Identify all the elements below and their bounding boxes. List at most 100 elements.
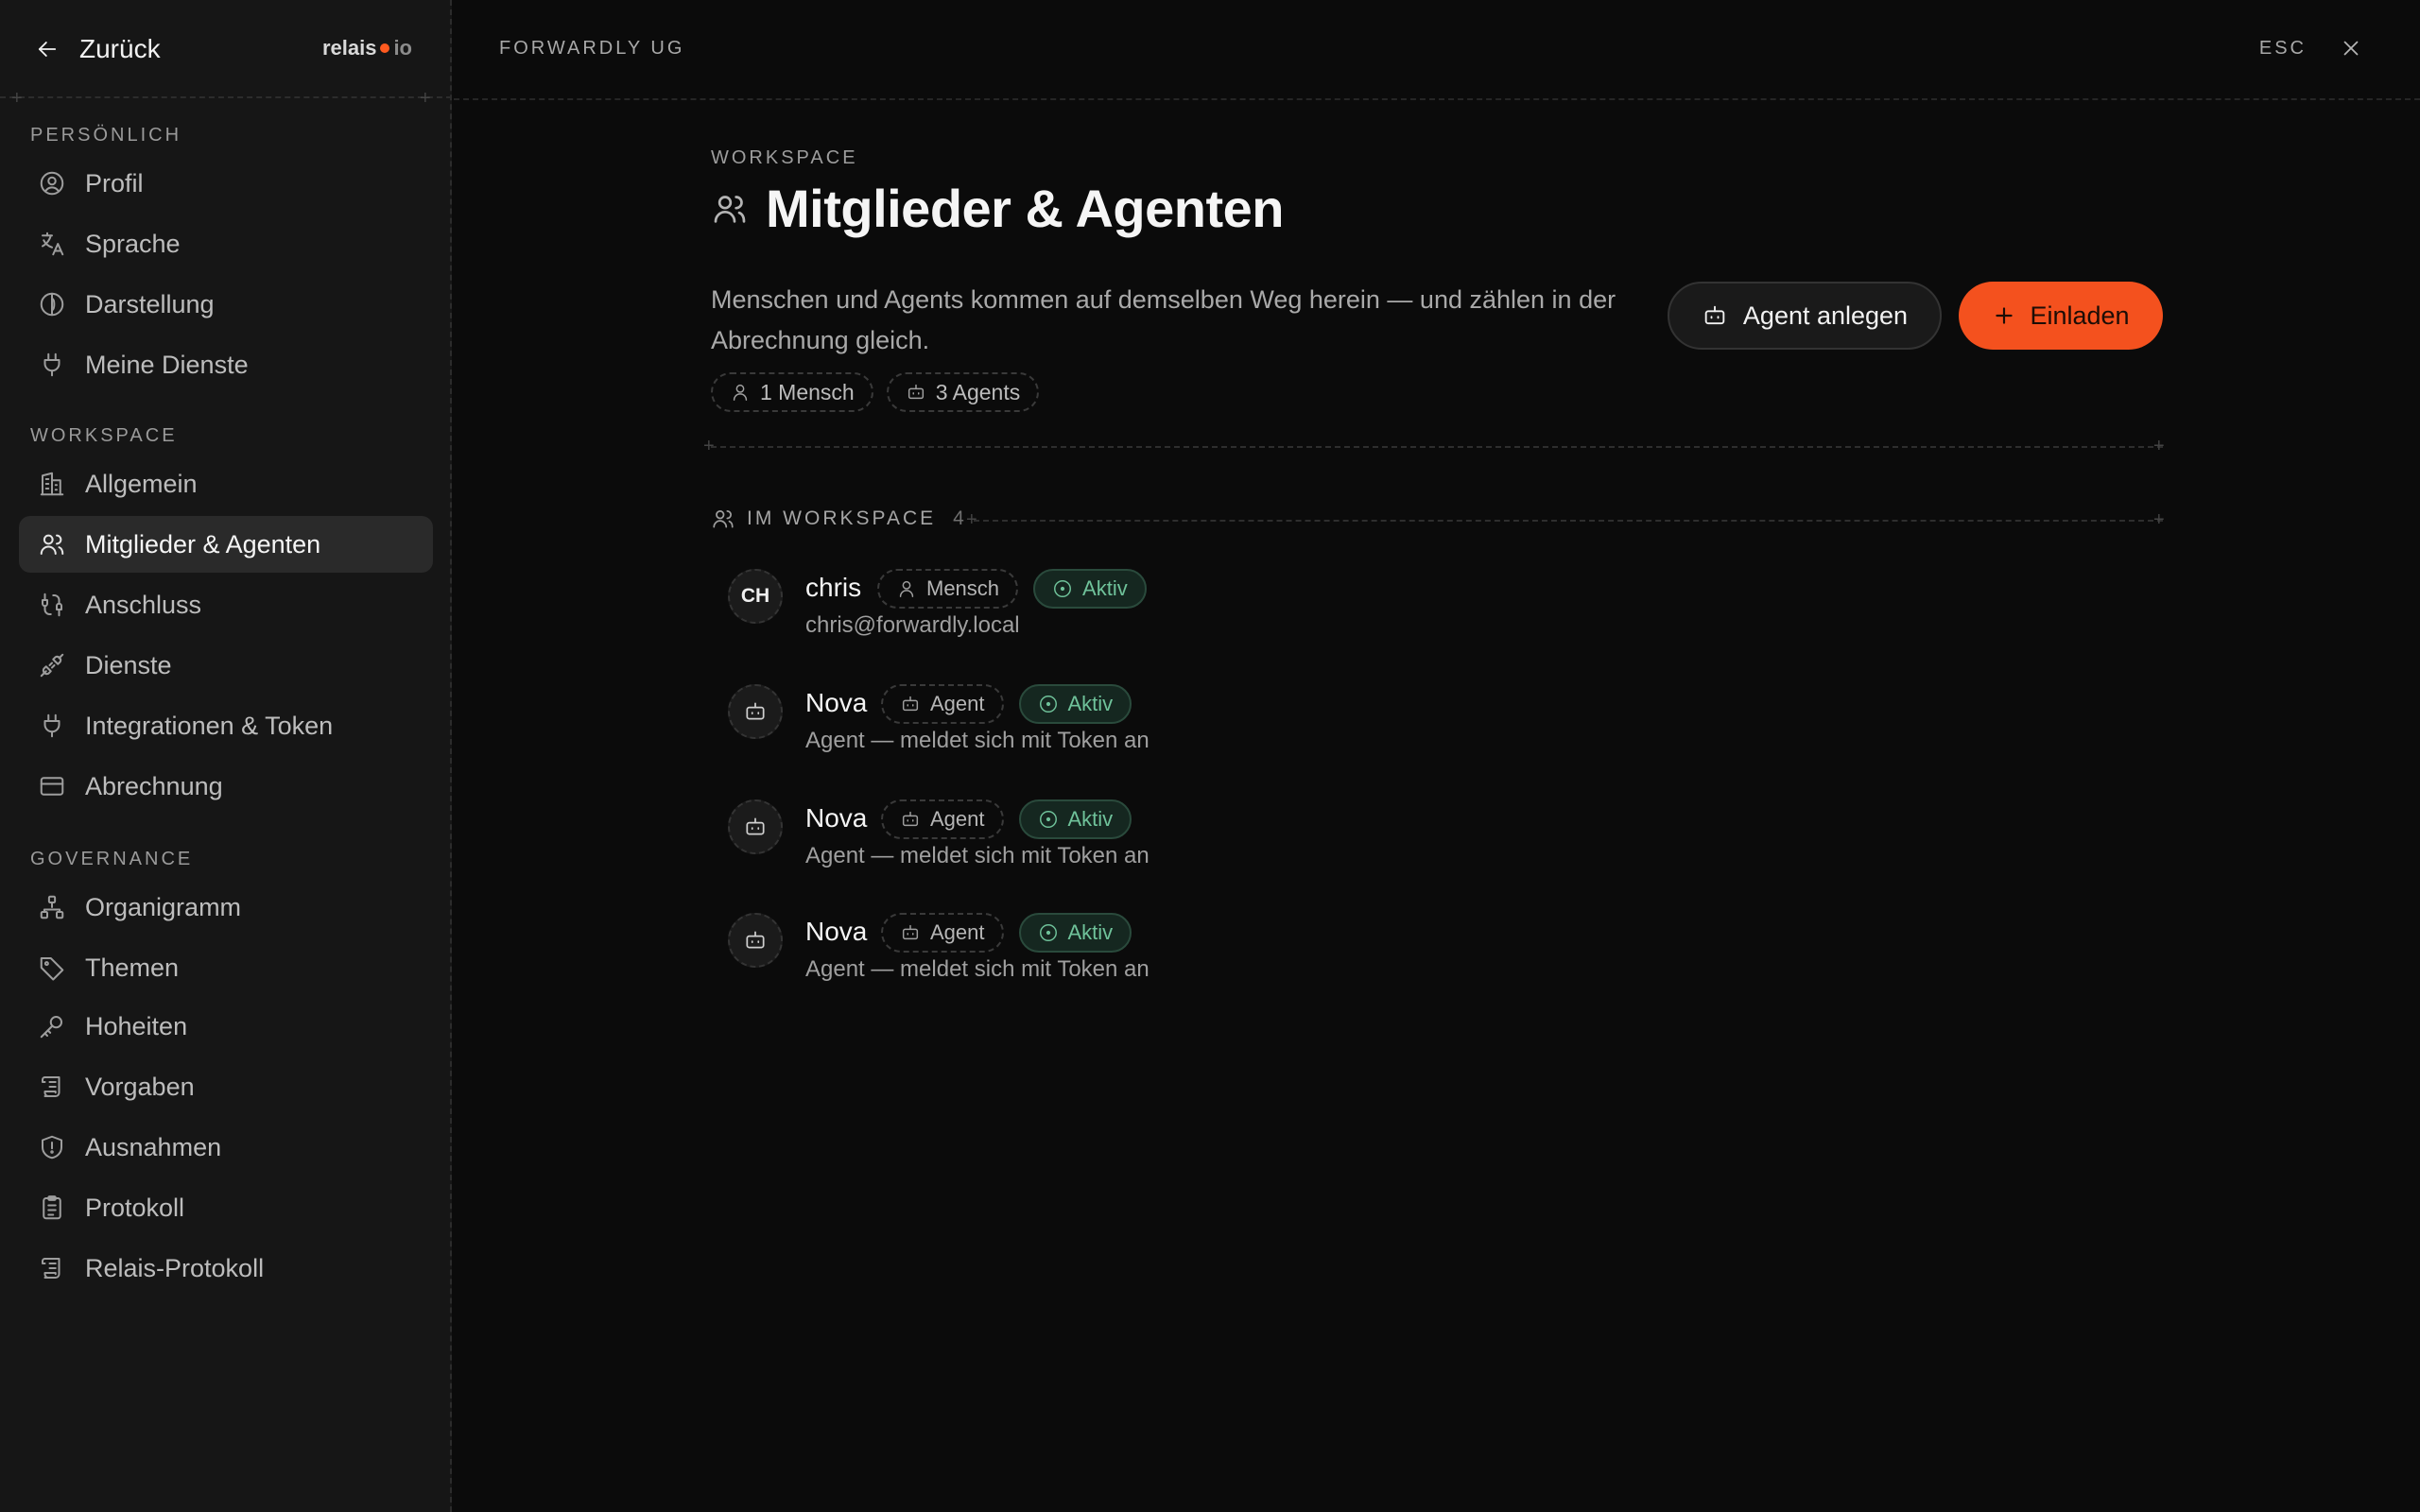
section-title-governance: GOVERNANCE [30, 849, 194, 869]
plug-connected-icon [38, 651, 66, 679]
avatar: CH [728, 569, 783, 624]
sidebar-header: Zurück relais io [0, 0, 452, 98]
sidebar-item-protokoll[interactable]: Protokoll [19, 1179, 433, 1236]
sidebar-item-themen[interactable]: Themen [19, 939, 433, 996]
section-divider [711, 446, 2163, 448]
type-badge: Mensch [877, 569, 1019, 609]
brand-dot [380, 43, 390, 53]
sidebar: Zurück relais io + + PERSÖNLICH Profil Sp… [0, 0, 452, 1512]
page-title: Mitglieder & Agenten [711, 178, 1284, 239]
robot-icon [743, 699, 768, 724]
close-icon [2339, 36, 2367, 60]
sidebar-item-allgemein[interactable]: Allgemein [19, 455, 433, 512]
corner-plus-mark: + [2153, 509, 2165, 530]
sidebar-item-profil[interactable]: Profil [19, 155, 433, 212]
users-icon [711, 190, 749, 228]
sidebar-item-abrechnung[interactable]: Abrechnung [19, 758, 433, 815]
robot-icon [900, 694, 921, 714]
sidebar-item-anschluss[interactable]: Anschluss [19, 576, 433, 633]
member-row[interactable]: CH chris Mensch Aktiv chris@forwardly.lo… [728, 569, 1673, 663]
robot-icon [743, 928, 768, 953]
contrast-icon [38, 290, 66, 318]
status-dot-icon [1052, 578, 1073, 599]
sidebar-item-relais-protokoll[interactable]: Relais-Protokoll [19, 1240, 433, 1297]
arrow-left-icon [34, 36, 60, 62]
user-icon [896, 578, 917, 599]
corner-plus-mark: + [420, 88, 431, 109]
member-description: Agent — meldet sich mit Token an [805, 956, 1150, 982]
member-list-heading: IM WORKSPACE 4 [711, 507, 965, 531]
page-title-text: Mitglieder & Agenten [766, 179, 1284, 238]
avatar [728, 913, 783, 968]
member-name: chris [805, 573, 862, 602]
esc-hint: ESC [2258, 38, 2307, 59]
sidebar-item-vorgaben[interactable]: Vorgaben [19, 1058, 433, 1115]
avatar [728, 684, 783, 739]
users-icon [711, 507, 735, 531]
user-circle-icon [38, 169, 66, 198]
robot-icon [906, 382, 926, 403]
building-icon [38, 470, 66, 498]
scroll-icon [38, 1073, 66, 1101]
section-title-workspace: WORKSPACE [30, 425, 178, 446]
sidebar-item-organigramm[interactable]: Organigramm [19, 879, 433, 936]
member-name: Nova [805, 803, 868, 833]
back-button[interactable]: Zurück [34, 30, 161, 68]
corner-plus-mark: + [11, 88, 23, 109]
member-email: chris@forwardly.local [805, 612, 1020, 638]
sidebar-item-integrationen-token[interactable]: Integrationen & Token [19, 697, 433, 754]
member-description: Agent — meldet sich mit Token an [805, 728, 1150, 753]
member-badges: Agent Aktiv [881, 684, 1132, 724]
member-name: Nova [805, 917, 868, 946]
sidebar-item-meine-dienste[interactable]: Meine Dienste [19, 336, 433, 393]
plug-icon [38, 712, 66, 740]
humans-count-chip: 1 Mensch [711, 372, 873, 412]
create-agent-button[interactable]: Agent anlegen [1668, 282, 1942, 350]
clipboard-icon [38, 1194, 66, 1222]
avatar [728, 799, 783, 854]
page-eyebrow: WORKSPACE [711, 147, 858, 168]
tag-icon [38, 954, 66, 982]
users-icon [38, 530, 66, 558]
plus-icon [1992, 303, 2016, 328]
status-badge: Aktiv [1018, 684, 1132, 724]
status-dot-icon [1038, 694, 1059, 714]
corner-plus-mark: + [703, 436, 715, 456]
sidebar-item-mitglieder-agenten[interactable]: Mitglieder & Agenten [19, 516, 433, 573]
type-badge: Agent [881, 799, 1004, 839]
sidebar-item-ausnahmen[interactable]: Ausnahmen [19, 1119, 433, 1176]
invite-button[interactable]: Einladen [1959, 282, 2163, 350]
scroll-icon [38, 1254, 66, 1282]
member-row[interactable]: Nova Agent Aktiv Agent — meldet sich mit… [728, 913, 1673, 1007]
credit-card-icon [38, 772, 66, 800]
shield-icon [38, 1133, 66, 1161]
org-name: FORWARDLY UG [499, 38, 685, 59]
status-badge: Aktiv [1018, 913, 1132, 953]
member-badges: Agent Aktiv [881, 799, 1132, 839]
sidebar-item-sprache[interactable]: Sprache [19, 215, 433, 272]
status-badge: Aktiv [1018, 799, 1132, 839]
section-title-personal: PERSÖNLICH [30, 125, 182, 146]
sidebar-item-dienste[interactable]: Dienste [19, 637, 433, 694]
sidebar-item-hoheiten[interactable]: Hoheiten [19, 998, 433, 1055]
brand-logo: relais io [321, 36, 412, 60]
list-heading-divider [974, 520, 2163, 522]
status-dot-icon [1038, 809, 1059, 830]
sidebar-item-darstellung[interactable]: Darstellung [19, 276, 433, 333]
robot-icon [900, 922, 921, 943]
close-button[interactable] [2339, 36, 2367, 64]
member-name: Nova [805, 688, 868, 717]
top-bar: FORWARDLY UG ESC [454, 0, 2420, 100]
type-badge: Agent [881, 684, 1004, 724]
member-badges: Agent Aktiv [881, 913, 1132, 953]
member-row[interactable]: Nova Agent Aktiv Agent — meldet sich mit… [728, 799, 1673, 894]
member-description: Agent — meldet sich mit Token an [805, 843, 1150, 868]
robot-icon [743, 815, 768, 839]
page-description: Menschen und Agents kommen auf demselben… [711, 285, 1616, 354]
sitemap-icon [38, 893, 66, 921]
connection-icon [38, 591, 66, 619]
member-row[interactable]: Nova Agent Aktiv Agent — meldet sich mit… [728, 684, 1673, 779]
robot-icon [900, 809, 921, 830]
plug-icon [38, 351, 66, 379]
member-count: 4 [953, 507, 965, 529]
